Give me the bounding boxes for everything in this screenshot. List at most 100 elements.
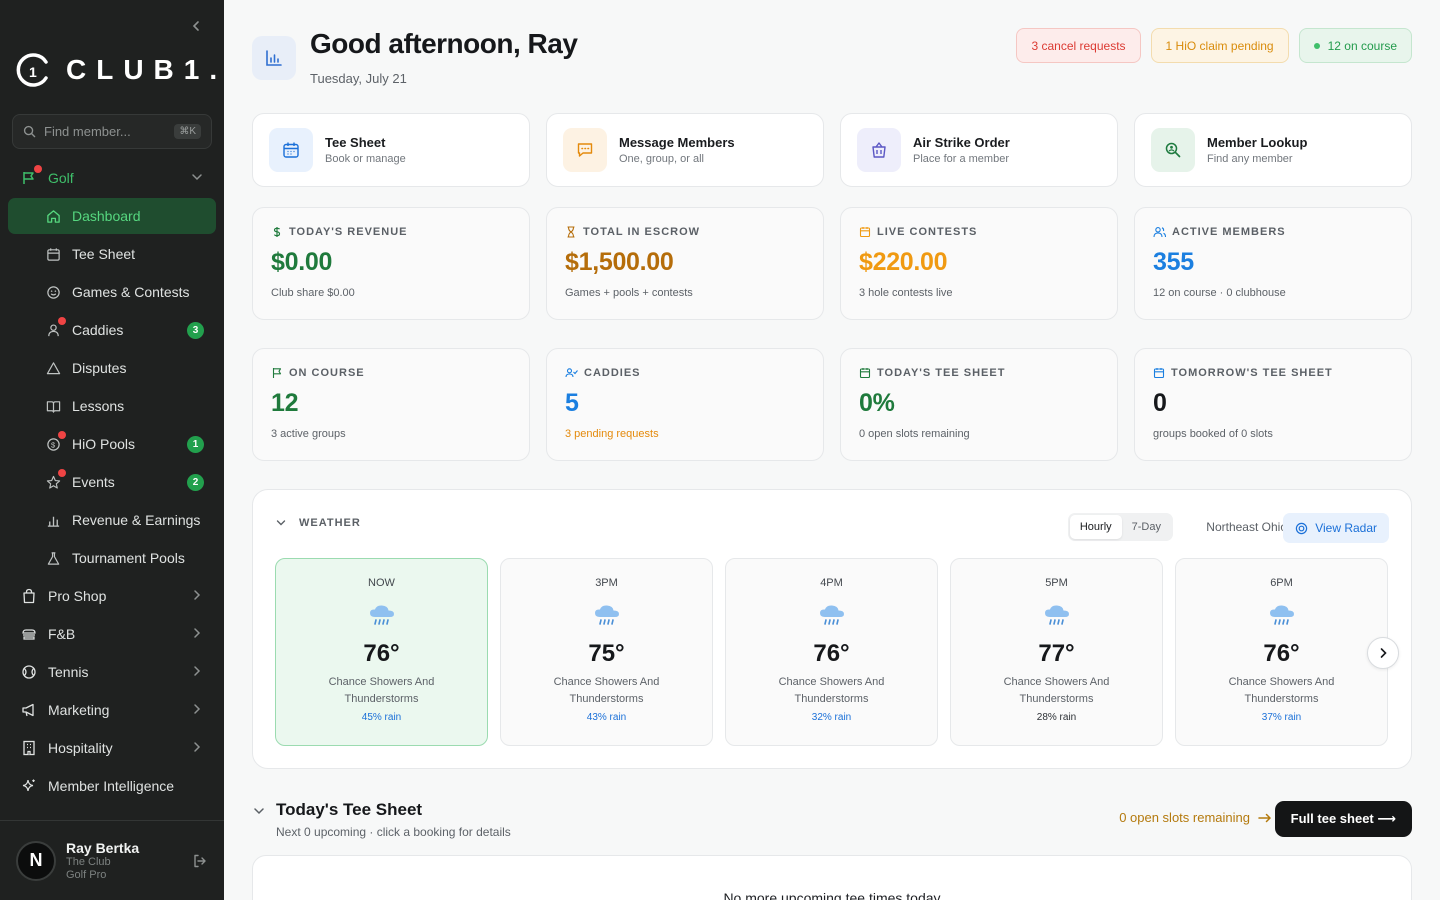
sidebar-nav: Golf Dashboard Tee Sheet Games & Contest… (8, 160, 216, 806)
full-tee-sheet-button[interactable]: Full tee sheet ⟶ (1274, 801, 1412, 837)
stat-card-todays-tee-sheet[interactable]: TODAY'S TEE SHEET 0% 0 open slots remain… (840, 348, 1118, 461)
app-logo[interactable]: 1 CLUB1. (16, 52, 224, 88)
forecast-card[interactable]: 3PM 75° Chance Showers And Thunderstorms… (500, 558, 713, 746)
sidebar-item-label: Dashboard (72, 208, 141, 224)
search-icon (23, 125, 36, 138)
forecast-time: 6PM (1270, 577, 1293, 589)
logout-icon[interactable] (192, 853, 208, 869)
dollar-icon (273, 227, 281, 237)
cancel-requests-pill[interactable]: 3 cancel requests (1016, 28, 1141, 63)
forecast-temperature: 75° (588, 640, 625, 667)
stat-subtitle[interactable]: 3 pending requests (565, 428, 805, 440)
stat-subtitle: Games + pools + contests (565, 287, 693, 299)
sidebar-item-dashboard[interactable]: Dashboard (8, 198, 216, 234)
stat-label: TOTAL IN ESCROW (583, 226, 701, 238)
arrow-right-icon (1258, 813, 1272, 822)
home-icon (44, 207, 62, 225)
section-subtitle: Next 0 upcoming · click a booking for de… (276, 825, 511, 839)
notification-dot (58, 469, 66, 477)
sidebar-item-label: Golf (48, 170, 74, 186)
user-club: The Club (66, 855, 111, 868)
quick-action-message-members[interactable]: Message Members One, group, or all (546, 113, 824, 187)
forecast-time: 5PM (1045, 577, 1068, 589)
on-course-pill[interactable]: 12 on course (1298, 28, 1412, 63)
logo-text: CLUB1. (66, 54, 224, 85)
quick-action-subtitle: Book or manage (325, 153, 406, 165)
sidebar-item-hio-pools[interactable]: $ HiO Pools 1 (8, 426, 216, 462)
stat-label: ON COURSE (289, 367, 365, 379)
collapse-sidebar-button[interactable] (186, 16, 206, 36)
sidebar-item-label: Marketing (48, 702, 110, 718)
sidebar-item-tee-sheet[interactable]: Tee Sheet (8, 236, 216, 272)
sidebar-item-label: Events (72, 474, 115, 490)
stat-card-tomorrows-tee-sheet[interactable]: TOMORROW'S TEE SHEET 0 groups booked of … (1134, 348, 1412, 461)
forecast-card[interactable]: 4PM 76° Chance Showers And Thunderstorms… (725, 558, 938, 746)
sidebar-item-marketing[interactable]: Marketing (8, 692, 216, 728)
sidebar-item-games-contests[interactable]: Games & Contests (8, 274, 216, 310)
sidebar-item-lessons[interactable]: Lessons (8, 388, 216, 424)
calendar-icon (269, 128, 313, 172)
stat-card-escrow[interactable]: TOTAL IN ESCROW $1,500.00 Games + pools … (546, 207, 824, 320)
sidebar: 1 CLUB1. ⌘K Golf Dashboard Tee Sheet Gam… (0, 0, 224, 900)
chevron-down-icon[interactable] (252, 804, 266, 818)
stat-subtitle: groups booked of 0 slots (1153, 428, 1273, 440)
forecast-temperature: 76° (1263, 640, 1300, 667)
quick-action-member-lookup[interactable]: Member Lookup Find any member (1134, 113, 1412, 187)
view-radar-button[interactable]: View Radar (1283, 513, 1389, 543)
sidebar-item-events[interactable]: Events 2 (8, 464, 216, 500)
sidebar-item-member-intelligence[interactable]: Member Intelligence (8, 768, 216, 804)
stat-value: 355 (1153, 248, 1194, 276)
sidebar-item-disputes[interactable]: Disputes (8, 350, 216, 386)
rain-cloud-icon (819, 605, 844, 625)
forecast-next-button[interactable] (1367, 637, 1399, 669)
user-profile-card[interactable]: N Ray Bertka The Club Golf Pro (0, 820, 224, 900)
sidebar-item-caddies[interactable]: Caddies 3 (8, 312, 216, 348)
stat-label: LIVE CONTESTS (877, 226, 978, 238)
chevron-right-icon (194, 666, 201, 676)
sparkle-icon (20, 777, 38, 795)
sidebar-item-tournament-pools[interactable]: Tournament Pools (8, 540, 216, 576)
book-icon (44, 397, 62, 415)
sidebar-item-tennis[interactable]: Tennis (8, 654, 216, 690)
weather-header[interactable]: WEATHER (275, 517, 361, 529)
forecast-card[interactable]: 6PM 76° Chance Showers And Thunderstorms… (1175, 558, 1388, 746)
stat-card-on-course[interactable]: ON COURSE 12 3 active groups (252, 348, 530, 461)
member-search[interactable]: ⌘K (12, 114, 212, 149)
stat-card-caddies[interactable]: CADDIES 5 3 pending requests (546, 348, 824, 461)
sidebar-item-hospitality[interactable]: Hospitality (8, 730, 216, 766)
sidebar-item-label: Tennis (48, 664, 89, 680)
alert-pills: 3 cancel requests 1 HiO claim pending 12… (1016, 28, 1412, 63)
sidebar-item-revenue-earnings[interactable]: Revenue & Earnings (8, 502, 216, 538)
rain-cloud-icon (594, 605, 619, 625)
quick-action-tee-sheet[interactable]: Tee Sheet Book or manage (252, 113, 530, 187)
stat-card-live-contests[interactable]: LIVE CONTESTS $220.00 3 hole contests li… (840, 207, 1118, 320)
sidebar-item-label: Caddies (72, 322, 124, 338)
hio-claim-pill[interactable]: 1 HiO claim pending (1150, 28, 1289, 63)
tab-hourly[interactable]: Hourly (1069, 515, 1122, 539)
sidebar-item-label: Lessons (72, 398, 125, 414)
search-input[interactable] (44, 124, 167, 139)
forecast-card[interactable]: NOW 76° Chance Showers And Thunderstorms… (275, 558, 488, 746)
chevron-right-icon (194, 704, 201, 714)
stat-card-active-members[interactable]: ACTIVE MEMBERS 355 12 on course · 0 club… (1134, 207, 1412, 320)
sidebar-item-pro-shop[interactable]: Pro Shop (8, 578, 216, 614)
forecast-rain-chance: 32% rain (811, 712, 852, 723)
sidebar-item-golf[interactable]: Golf (8, 160, 216, 196)
quick-action-subtitle: Place for a member (913, 153, 1009, 165)
chevron-down-icon (276, 520, 286, 526)
building-icon (20, 739, 38, 757)
weather-panel: WEATHER Hourly 7-Day Northeast Ohio View… (252, 489, 1412, 769)
stat-label: TODAY'S TEE SHEET (877, 367, 1006, 379)
quick-action-title: Air Strike Order (913, 135, 1010, 150)
weather-region: Northeast Ohio (1206, 520, 1287, 534)
open-slots-link[interactable]: 0 open slots remaining (1119, 810, 1272, 825)
stat-card-revenue[interactable]: TODAY'S REVENUE $0.00 Club share $0.00 (252, 207, 530, 320)
quick-action-air-strike-order[interactable]: Air Strike Order Place for a member (840, 113, 1118, 187)
search-person-icon (1151, 128, 1195, 172)
weather-view-tabs: Hourly 7-Day (1067, 513, 1173, 541)
forecast-description: Chance Showers And Thunderstorms (328, 676, 435, 705)
calendar-icon (859, 227, 871, 238)
forecast-card[interactable]: 5PM 77° Chance Showers And Thunderstorms… (950, 558, 1163, 746)
tab-7-day[interactable]: 7-Day (1122, 515, 1171, 539)
sidebar-item-fnb[interactable]: F&B (8, 616, 216, 652)
